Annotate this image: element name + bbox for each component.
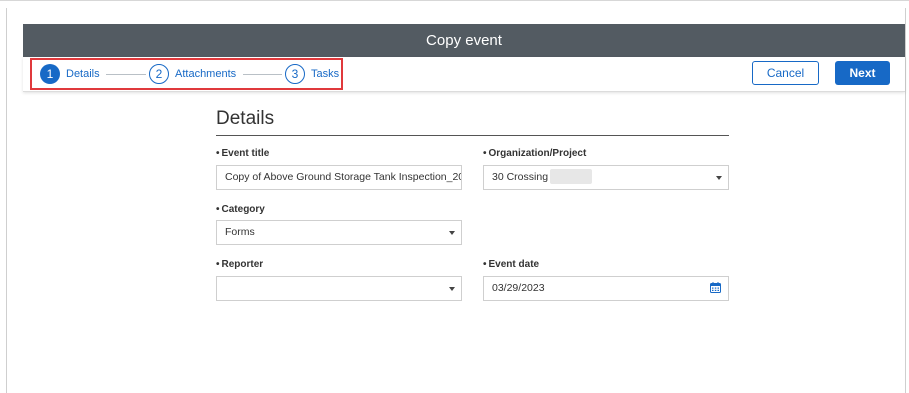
category-label-text: Category bbox=[221, 204, 265, 215]
event-date-input[interactable]: 03/29/2023 bbox=[483, 276, 729, 301]
event-date-value: 03/29/2023 bbox=[492, 282, 545, 294]
reporter-select[interactable] bbox=[216, 276, 462, 301]
required-marker: • bbox=[483, 259, 487, 270]
organization-label: • Organization/Project bbox=[483, 148, 586, 159]
event-date-label-text: Event date bbox=[488, 259, 540, 270]
event-title-label: • Event title bbox=[216, 148, 269, 159]
organization-value: 30 Crossing bbox=[492, 171, 549, 183]
calendar-icon[interactable] bbox=[710, 282, 721, 293]
reporter-label: • Reporter bbox=[216, 259, 263, 270]
chevron-down-icon bbox=[716, 176, 722, 180]
window-right-border bbox=[905, 8, 906, 393]
cancel-button[interactable]: Cancel bbox=[752, 61, 819, 85]
event-title-input[interactable]: Copy of Above Ground Storage Tank Inspec… bbox=[216, 165, 462, 190]
section-divider bbox=[216, 135, 729, 136]
section-title: Details bbox=[216, 108, 275, 129]
required-marker: • bbox=[216, 259, 220, 270]
required-marker: • bbox=[483, 148, 487, 159]
required-marker: • bbox=[216, 204, 220, 215]
redacted-text bbox=[550, 169, 592, 184]
required-marker: • bbox=[216, 148, 220, 159]
event-title-label-text: Event title bbox=[221, 148, 270, 159]
organization-label-text: Organization/Project bbox=[488, 148, 587, 159]
chevron-down-icon bbox=[449, 231, 455, 235]
steps-highlight-box bbox=[30, 58, 343, 90]
window-left-border bbox=[6, 8, 7, 393]
window-top-border bbox=[0, 0, 909, 1]
next-button[interactable]: Next bbox=[835, 61, 890, 85]
category-value: Forms bbox=[225, 226, 255, 238]
event-date-label: • Event date bbox=[483, 259, 539, 270]
chevron-down-icon bbox=[449, 287, 455, 291]
category-label: • Category bbox=[216, 204, 265, 215]
organization-select[interactable]: 30 Crossing bbox=[483, 165, 729, 190]
category-select[interactable]: Forms bbox=[216, 220, 462, 245]
dialog-title: Copy event bbox=[23, 24, 905, 57]
reporter-label-text: Reporter bbox=[221, 259, 264, 270]
